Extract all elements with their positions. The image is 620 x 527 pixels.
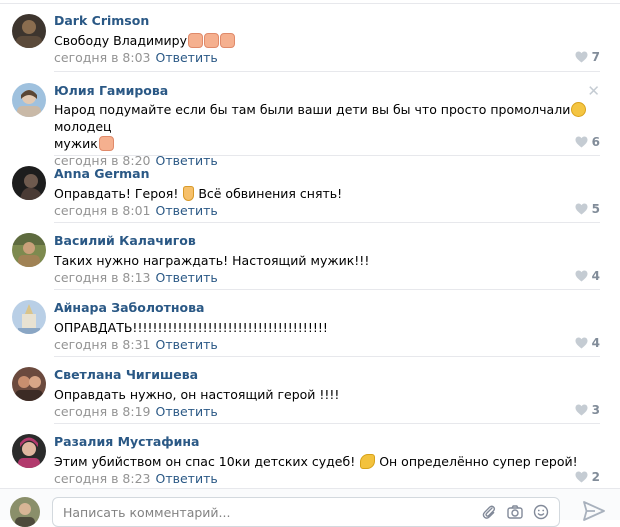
send-icon[interactable] [583,501,605,521]
heart-icon [575,471,588,483]
comment-meta: сегодня в 8:23 Ответить [54,471,608,487]
comment-meta: сегодня в 8:01 Ответить [54,203,608,219]
avatar[interactable] [12,367,46,401]
comment-time[interactable]: сегодня в 8:03 [54,50,151,65]
reply-button[interactable]: Ответить [156,50,218,65]
comment-time[interactable]: сегодня в 8:19 [54,404,151,419]
comment-text: Таких нужно награждать! Настоящий мужик!… [54,253,370,268]
like-count: 4 [591,269,600,283]
comment-time[interactable]: сегодня в 8:13 [54,270,151,285]
pointing-up-emoji-icon [183,186,195,201]
comment-composer: Написать комментарий... [0,488,620,527]
comment-meta: сегодня в 8:13 Ответить [54,270,608,286]
flushed-face-emoji-icon [571,102,587,117]
comment-author[interactable]: Dark Crimson [54,13,608,29]
current-user-avatar[interactable] [10,497,40,527]
heart-icon [575,136,588,148]
comment-5: Айнара Заболотнова ОПРАВДАТЬ!!!!!!!!!!!!… [0,290,620,357]
comment-input-placeholder: Написать комментарий... [63,505,231,520]
like-count: 3 [591,403,600,417]
like-button[interactable]: 7 [575,50,600,64]
comment-text: Свободу Владимиру [54,32,608,49]
avatar[interactable] [12,233,46,267]
smile-icon[interactable] [533,504,549,520]
comment-author[interactable]: Юлия Гамирова [54,83,608,99]
avatar[interactable] [12,300,46,334]
heart-icon [575,270,588,282]
reply-button[interactable]: Ответить [156,404,218,419]
heart-icon [575,337,588,349]
comment-text: Оправдать! Героя! Всё обвинения снять! [54,186,343,201]
comment-meta: сегодня в 8:31 Ответить [54,337,608,353]
comment-6: Светлана Чигишева Оправдать нужно, он на… [0,357,620,424]
close-icon[interactable]: ✕ [587,84,600,99]
avatar[interactable] [12,83,46,117]
avatar[interactable] [12,434,46,468]
raised-hand-emoji-icon [204,33,219,48]
comment-meta: сегодня в 8:03 Ответить [54,50,608,66]
comment-1: Dark Crimson Свободу Владимиру сегодня в… [0,4,620,72]
comment-time[interactable]: сегодня в 8:01 [54,203,151,218]
comment-author[interactable]: Anna German [54,166,608,182]
raised-hand-emoji-icon [98,136,114,151]
comment-meta: сегодня в 8:19 Ответить [54,404,608,420]
comment-author[interactable]: Светлана Чигишева [54,367,608,383]
heart-icon [575,203,588,215]
like-button[interactable]: 6 [575,135,600,149]
comment-time[interactable]: сегодня в 8:23 [54,471,151,486]
heart-icon [575,404,588,416]
paperclip-icon[interactable] [481,504,497,520]
avatar[interactable] [12,14,46,48]
like-count: 5 [591,202,600,216]
like-count: 2 [591,470,600,484]
flexed-biceps-emoji-icon [360,454,376,469]
comment-3: Anna German Оправдать! Героя! Всё обвине… [0,156,620,223]
raised-hand-emoji-icon [220,33,235,48]
reply-button[interactable]: Ответить [156,270,218,285]
comment-text: Народ подумайте если бы там были ваши де… [54,101,608,152]
like-button[interactable]: 2 [575,470,600,484]
reply-button[interactable]: Ответить [156,203,218,218]
avatar[interactable] [12,166,46,200]
reply-button[interactable]: Ответить [156,471,218,486]
comment-author[interactable]: Разалия Мустафина [54,434,608,450]
like-button[interactable]: 3 [575,403,600,417]
comment-2: Юлия Гамирова Народ подумайте если бы та… [0,72,620,168]
comment-4: Василий Калачигов Таких нужно награждать… [0,223,620,290]
comment-author[interactable]: Василий Калачигов [54,233,608,249]
comment-text: Этим убийством он спас 10ки детских суде… [54,454,578,469]
heart-icon [575,51,588,63]
like-button[interactable]: 5 [575,202,600,216]
camera-icon[interactable] [507,504,523,520]
like-count: 6 [591,135,600,149]
comment-text: ОПРАВДАТЬ!!!!!!!!!!!!!!!!!!!!!!!!!!!!!!!… [54,320,328,335]
like-count: 7 [591,50,600,64]
comment-7: Разалия Мустафина Этим убийством он спас… [0,424,620,490]
like-count: 4 [591,336,600,350]
reply-button[interactable]: Ответить [156,337,218,352]
like-button[interactable]: 4 [575,269,600,283]
comment-time[interactable]: сегодня в 8:31 [54,337,151,352]
comment-author[interactable]: Айнара Заболотнова [54,300,608,316]
raised-hand-emoji-icon [188,33,203,48]
comment-input[interactable]: Написать комментарий... [52,497,560,527]
comment-text: Оправдать нужно, он настоящий герой !!!! [54,387,340,402]
like-button[interactable]: 4 [575,336,600,350]
